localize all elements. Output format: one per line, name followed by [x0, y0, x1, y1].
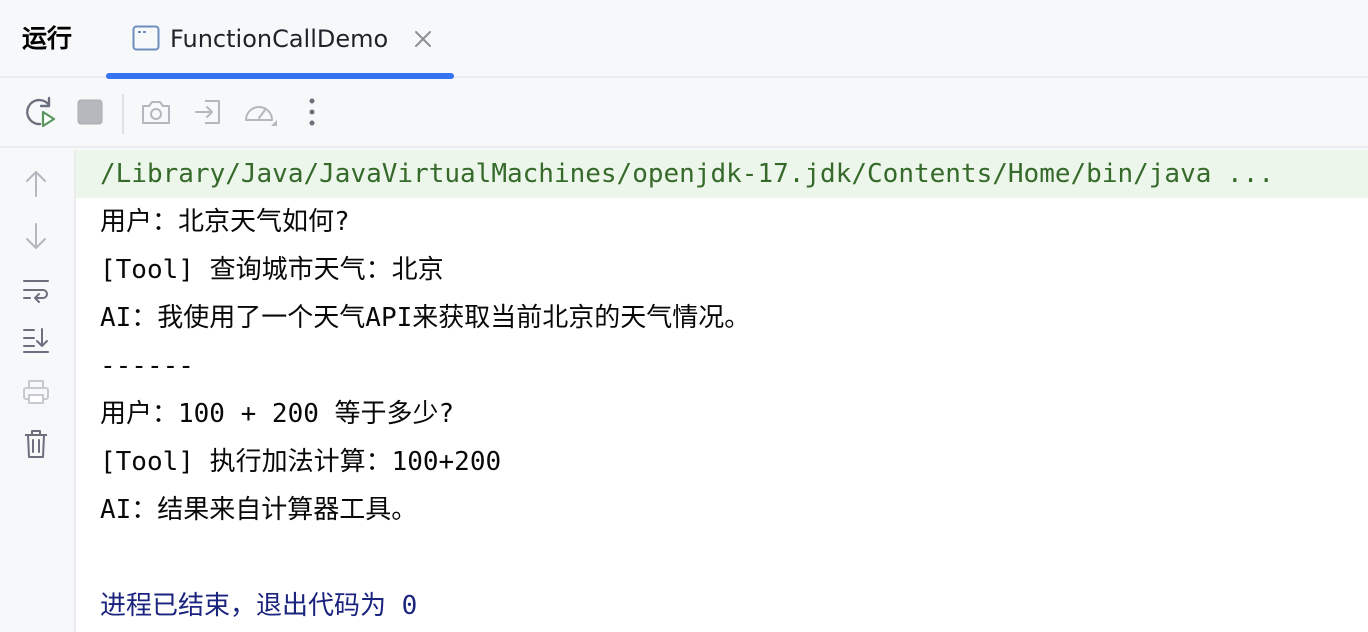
printer-icon: [21, 378, 51, 410]
active-tab-indicator: [106, 73, 454, 79]
tab-label: FunctionCallDemo: [170, 25, 389, 53]
application-window-icon: [132, 25, 160, 51]
console-line: [Tool] 执行加法计算：100+200: [100, 447, 502, 477]
console-line: [Tool] 查询城市天气：北京: [100, 255, 444, 285]
login-button[interactable]: [190, 96, 226, 132]
panel-title: 运行: [22, 24, 73, 53]
soft-wrap-button[interactable]: [18, 274, 54, 310]
run-toolbar: [0, 80, 1368, 148]
tab-function-call-demo[interactable]: FunctionCallDemo: [106, 0, 454, 79]
rerun-button[interactable]: [22, 96, 58, 132]
close-icon[interactable]: [412, 28, 434, 50]
console-line: AI：我使用了一个天气API来获取当前北京的天气情况。: [100, 303, 751, 333]
stop-icon: [76, 98, 104, 130]
console-line: 用户：100 + 200 等于多少?: [100, 399, 455, 429]
soft-wrap-icon: [21, 276, 51, 308]
scroll-down-button[interactable]: [18, 220, 54, 256]
print-button[interactable]: [18, 376, 54, 412]
enter-icon: [193, 97, 223, 131]
exit-status-line: 进程已结束，退出代码为 0: [100, 591, 418, 621]
camera-icon: [140, 98, 172, 130]
arrow-down-icon: [22, 221, 50, 255]
more-button[interactable]: [294, 96, 330, 132]
scroll-to-end-button[interactable]: [18, 324, 54, 360]
console-output[interactable]: /Library/Java/JavaVirtualMachines/openjd…: [76, 150, 1368, 632]
stop-button[interactable]: [72, 96, 108, 132]
clear-button[interactable]: [18, 428, 54, 464]
scroll-to-end-icon: [21, 325, 51, 359]
scroll-up-button[interactable]: [18, 168, 54, 204]
trash-icon: [22, 428, 50, 464]
console-side-toolbar: [0, 150, 76, 632]
toolbar-separator: [122, 94, 124, 134]
screenshot-button[interactable]: [138, 96, 174, 132]
console-line: 用户：北京天气如何?: [100, 207, 350, 237]
arrow-up-icon: [22, 169, 50, 203]
console-line: AI：结果来自计算器工具。: [100, 495, 418, 525]
profile-button[interactable]: [242, 96, 278, 132]
run-tool-window: 运行 FunctionCallDemo /Library/Java/JavaVi…: [0, 0, 1368, 632]
command-line: /Library/Java/JavaVirtualMachines/openjd…: [76, 150, 1368, 198]
gauge-icon: [242, 96, 278, 132]
console-line: ------: [100, 351, 194, 381]
tab-bar: 运行 FunctionCallDemo: [0, 0, 1368, 79]
rerun-icon: [23, 95, 57, 133]
more-vertical-icon: [307, 97, 317, 131]
